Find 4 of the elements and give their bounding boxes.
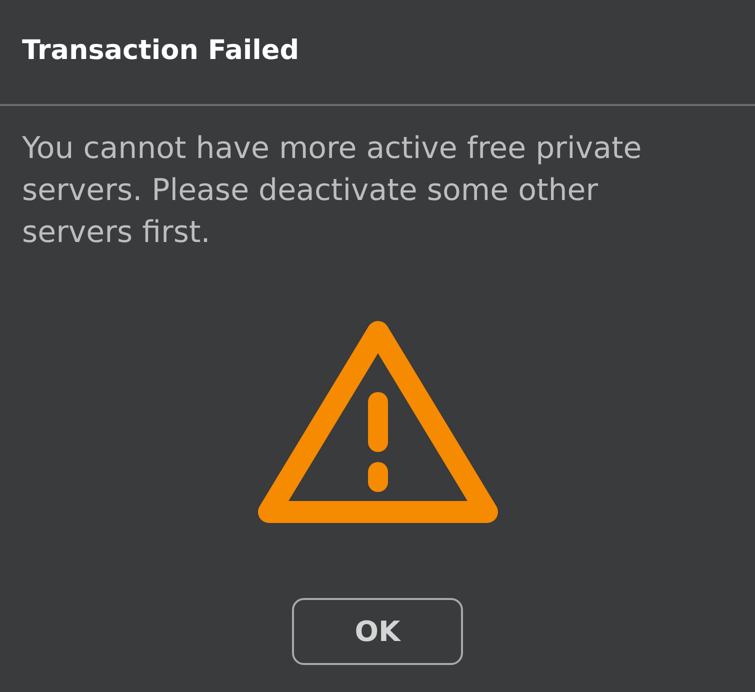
error-message: You cannot have more active free private servers. Please deactivate some other servers first. bbox=[21, 130, 643, 252]
dialog-title: Transaction Failed bbox=[22, 34, 300, 68]
warning-icon bbox=[256, 320, 498, 524]
ok-button[interactable]: OK bbox=[292, 598, 463, 665]
